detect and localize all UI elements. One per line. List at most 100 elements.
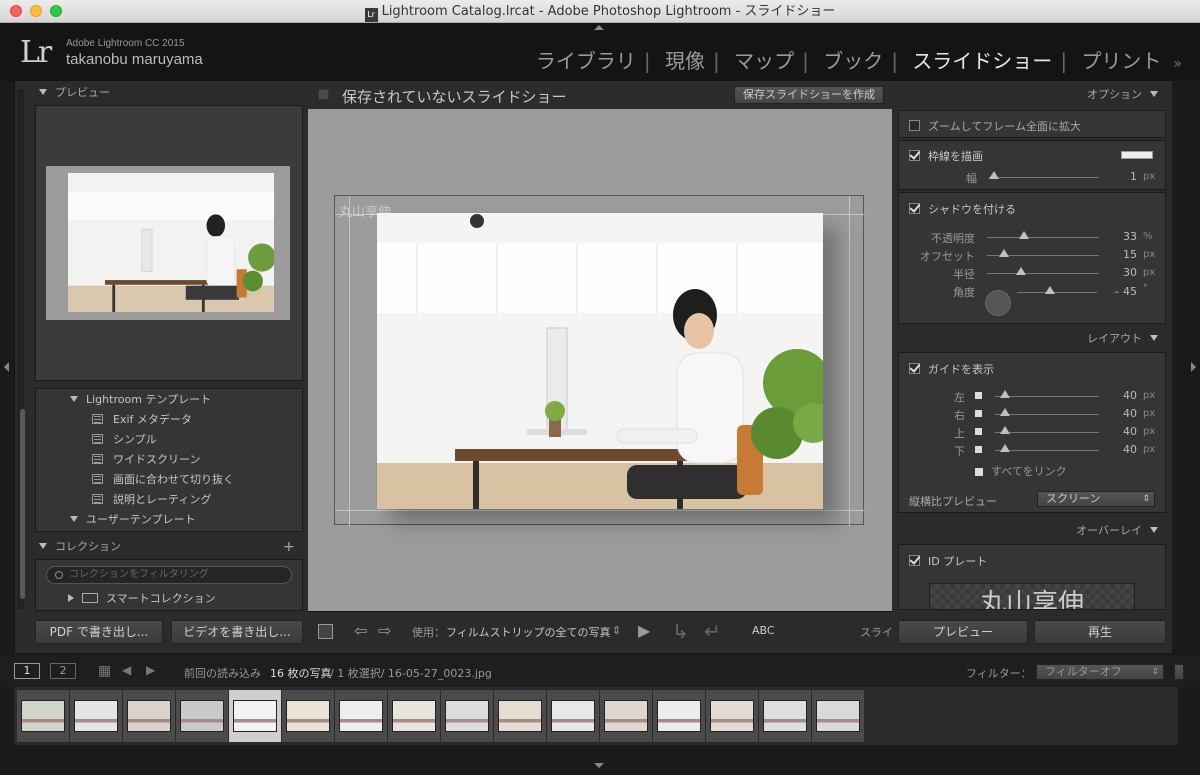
guide-value[interactable]: 40 — [1107, 389, 1137, 402]
close-window-button[interactable] — [10, 5, 22, 17]
save-slideshow-button[interactable]: 保存スライドショーを作成 — [734, 86, 884, 104]
filmstrip-thumbnail[interactable] — [70, 690, 122, 742]
second-monitor-button[interactable]: 2 — [50, 663, 76, 679]
shadow-slider-track[interactable] — [987, 237, 1099, 238]
angle-slider-knob[interactable] — [1045, 286, 1055, 294]
export-video-button[interactable]: ビデオを書き出し... — [171, 620, 303, 644]
module-slideshow[interactable]: スライドショー — [904, 49, 1060, 73]
guide-slider-knob[interactable] — [1000, 426, 1010, 434]
export-pdf-button[interactable]: PDF で書き出し... — [35, 620, 163, 644]
shadow-slider-knob[interactable] — [1018, 231, 1029, 239]
template-item-caption-rating[interactable]: 説明とレーティング — [92, 490, 211, 510]
filmstrip-thumbnail[interactable] — [388, 690, 440, 742]
show-guides-checkbox[interactable]: ガイドを表示 — [909, 361, 994, 377]
next-slide-button[interactable]: ⇨ — [378, 621, 391, 640]
forward-arrow-icon[interactable]: ▶ — [146, 663, 155, 677]
module-develop[interactable]: 現像 — [657, 49, 713, 73]
grid-view-icon[interactable]: ▦ — [98, 663, 111, 679]
right-panel-toggle-icon[interactable] — [1191, 362, 1196, 372]
guide-slider-track[interactable] — [995, 414, 1099, 415]
filmstrip-thumbnail[interactable] — [17, 690, 69, 742]
guide-value[interactable]: 40 — [1107, 407, 1137, 420]
filmstrip-thumbnail[interactable] — [176, 690, 228, 742]
guide-line-right[interactable] — [849, 196, 850, 526]
filmstrip-thumbnail[interactable] — [123, 690, 175, 742]
guide-slider-track[interactable] — [995, 396, 1099, 397]
stroke-width-knob[interactable] — [989, 171, 999, 179]
options-panel-header[interactable]: オプション — [1087, 84, 1158, 106]
filmstrip-thumbnail[interactable] — [229, 690, 281, 742]
zoom-fill-checkbox[interactable]: ズームしてフレーム全面に拡大 — [909, 118, 1081, 134]
stroke-color-swatch[interactable] — [1121, 151, 1153, 159]
stroke-width-slider[interactable] — [989, 177, 1099, 178]
shadow-slider-track[interactable] — [987, 273, 1099, 274]
rotate-left-icon[interactable]: ↳ — [672, 619, 689, 643]
stroke-border-checkbox[interactable]: 枠線を描画 — [909, 148, 983, 164]
guide-slider-track[interactable] — [995, 432, 1099, 433]
shadow-slider-value[interactable]: 30 — [1107, 266, 1137, 279]
guide-slider-knob[interactable] — [1000, 444, 1010, 452]
shadow-slider-knob[interactable] — [1015, 267, 1026, 275]
shadow-slider-value[interactable]: 15 — [1107, 248, 1137, 261]
template-item-exif[interactable]: Exif メタデータ — [92, 410, 192, 430]
filmstrip-thumbnail[interactable] — [653, 690, 705, 742]
shadow-slider-knob[interactable] — [998, 249, 1009, 257]
angle-value[interactable]: – 45 — [1107, 285, 1137, 298]
stop-button[interactable] — [318, 624, 333, 639]
template-group-lightroom[interactable]: Lightroom テンプレート — [70, 390, 211, 410]
filter-lock-icon[interactable] — [1174, 664, 1184, 680]
guide-line-bottom[interactable] — [335, 510, 865, 511]
left-panel-toggle-icon[interactable] — [4, 362, 9, 372]
play-button[interactable]: 再生 — [1034, 620, 1166, 644]
top-panel-toggle-icon[interactable] — [594, 25, 604, 30]
collections-panel-header[interactable]: コレクション — [39, 536, 121, 558]
module-map[interactable]: マップ — [726, 49, 802, 73]
minimize-window-button[interactable] — [30, 5, 42, 17]
module-library[interactable]: ライブラリ — [528, 49, 644, 73]
template-item-crop-to-fill[interactable]: 画面に合わせて切り抜く — [92, 470, 234, 490]
template-item-simple[interactable]: シンプル — [92, 430, 157, 450]
preview-panel-header[interactable]: プレビュー — [39, 82, 110, 104]
guide-line-left[interactable] — [349, 196, 350, 526]
filmstrip-thumbnail[interactable] — [441, 690, 493, 742]
collection-filter-input[interactable]: コレクションをフィルタリング — [46, 566, 292, 584]
bottom-panel-toggle-icon[interactable] — [594, 763, 604, 768]
guide-value[interactable]: 40 — [1107, 425, 1137, 438]
filmstrip-thumbnail[interactable] — [706, 690, 758, 742]
use-photos-dropdown[interactable]: フィルムストリップの全ての写真 — [446, 624, 611, 640]
shadow-angle-dial[interactable] — [985, 290, 1011, 316]
filter-dropdown[interactable]: フィルターオフ ⇕ — [1036, 664, 1164, 680]
shadow-checkbox[interactable]: シャドウを付ける — [909, 201, 1016, 217]
id-plate-checkbox[interactable]: ID プレート — [909, 553, 987, 569]
add-text-button[interactable]: ABC — [752, 624, 775, 637]
guide-slider-knob[interactable] — [1000, 408, 1010, 416]
template-group-user[interactable]: ユーザーテンプレート — [70, 510, 195, 530]
guide-link-checkbox[interactable] — [975, 446, 982, 453]
previous-slide-button[interactable]: ⇦ — [354, 621, 367, 640]
filmstrip-thumbnail[interactable] — [547, 690, 599, 742]
guide-slider-knob[interactable] — [1000, 390, 1010, 398]
guide-link-checkbox[interactable] — [975, 428, 982, 435]
more-modules-icon[interactable]: » — [1169, 56, 1190, 72]
guide-link-checkbox[interactable] — [975, 392, 982, 399]
add-collection-icon[interactable]: + — [283, 536, 295, 558]
layout-panel-header[interactable]: レイアウト — [1087, 328, 1158, 350]
module-print[interactable]: プリント — [1073, 49, 1169, 73]
source-label[interactable]: 前回の読み込み — [184, 665, 261, 681]
guide-slider-track[interactable] — [995, 450, 1099, 451]
filmstrip-thumbnail[interactable] — [812, 690, 864, 742]
filmstrip-thumbnail[interactable] — [600, 690, 652, 742]
template-item-widescreen[interactable]: ワイドスクリーン — [92, 450, 200, 470]
guide-link-checkbox[interactable] — [975, 410, 982, 417]
stroke-width-value[interactable]: 1 — [1107, 170, 1137, 183]
preview-button[interactable]: プレビュー — [898, 620, 1028, 644]
left-scrollbar-track[interactable] — [17, 89, 25, 609]
selection-info[interactable]: / 1 枚選択/ 16-05-27_0023.jpg — [330, 665, 492, 681]
filmstrip-thumbnail[interactable] — [494, 690, 546, 742]
filmstrip-thumbnail[interactable] — [335, 690, 387, 742]
guide-value[interactable]: 40 — [1107, 443, 1137, 456]
zoom-window-button[interactable] — [50, 5, 62, 17]
aspect-preview-dropdown[interactable]: スクリーン ⇕ — [1037, 491, 1155, 507]
rotate-right-icon[interactable]: ↵ — [704, 619, 721, 643]
angle-slider[interactable] — [1017, 292, 1097, 293]
